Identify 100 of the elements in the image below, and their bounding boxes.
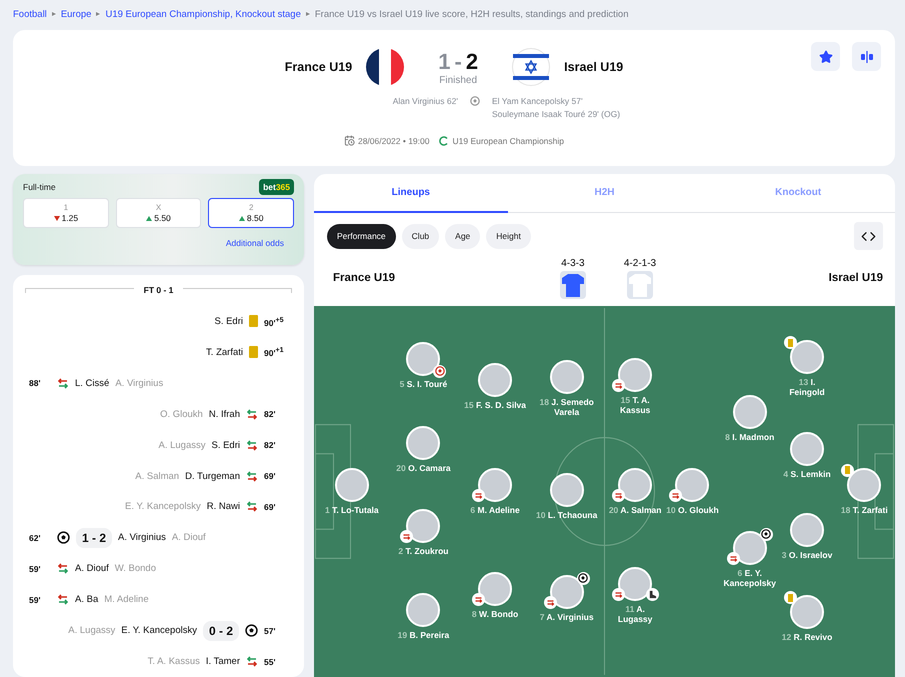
substitution-icon [57,562,69,576]
player-label: 4 S. Lemkin [783,470,831,480]
player-avatar-placeholder [790,432,824,466]
favorite-button[interactable] [811,42,840,71]
event-minute: 90'$^{+5}$ [264,316,285,328]
goal-scorer: Alan Virginius 62' [392,96,458,106]
match-score: 1 - 2 [438,48,478,74]
player-label: 20 O. Camara [396,464,451,474]
away-team-name: Israel U19 [564,60,624,74]
secondary-player-name: A. Salman [135,470,180,482]
secondary-player-name: M. Adeline [104,594,149,606]
substitution-icon [57,593,69,606]
event-minute: 59' [29,594,42,605]
odds-button[interactable]: X 5.50 [116,198,202,228]
player-label: 6 E. Y. Kancepolsky [722,568,777,588]
player-name: S. Edri [211,440,240,451]
player-label: 7 A. Virginius [540,612,594,623]
shirt-icon [560,270,586,298]
secondary-player-name: A. Diouf [172,532,206,544]
odds-title: Full-time [23,182,56,192]
player-avatar-placeholder [732,394,767,429]
player-avatar-placeholder [618,358,652,392]
player-name: A. Virginius [118,532,166,544]
event-minute: 82' [264,409,276,420]
player-label: 13 I. Feingold [788,378,826,398]
breadcrumb-separator-icon [52,12,56,16]
home-team-name: France U19 [284,60,352,74]
player-avatar-placeholder [675,468,710,502]
filter-chip[interactable]: Height [486,224,531,248]
odds-button[interactable]: 1 1.25 [23,198,109,228]
player-avatar-placeholder [406,593,440,628]
filter-chip[interactable]: Performance [327,224,396,248]
event-score: 0 - 2 [202,620,239,641]
formation: 4-2-1-3 [624,258,656,268]
ball-icon [245,624,258,638]
event-minute: 59' [29,564,42,574]
substitution-icon [246,408,258,421]
breadcrumb-link[interactable]: Football [13,8,47,20]
player-avatar-placeholder [406,426,440,460]
event-minute: 69' [264,502,276,512]
player-avatar-placeholder [550,472,584,506]
event-minute: 69' [264,471,276,482]
match-status: Finished [439,74,478,86]
match-date: 28/06/2022 • 19:00 [358,136,430,146]
ball-icon [57,531,70,544]
star-icon [818,50,832,64]
flag-icon [512,48,550,86]
player-name: D. Turgeman [185,470,240,482]
filter-chip[interactable]: Club [402,224,440,248]
player-label: 10 O. Gloukh [666,506,719,516]
player-avatar-placeholder [847,468,882,502]
secondary-player-name: A. Lugassy [158,440,206,451]
player-label: 8 W. Bondo [472,610,518,620]
calendar-icon [344,135,355,146]
player-label: 11 A. Lugassy [616,605,654,625]
substitution-icon [246,500,258,514]
bookmaker-logo: bet365 [259,179,294,195]
team-name: Israel U19 [828,272,883,284]
player-label: 12 R. Revivo [782,633,832,643]
embed-code-button[interactable] [854,222,883,250]
player-label: 20 A. Salman [608,506,662,516]
player-avatar-placeholder [478,572,512,606]
player-name: L. Cissé [75,378,110,389]
shirt-icon [627,270,653,298]
goal-scorer: Souleymane Isaak Touré 29' (OG) [492,109,620,119]
event-minute: 88' [29,378,42,388]
player-name: A. Ba [75,594,98,606]
compare-button[interactable] [852,42,881,71]
player-avatar-placeholder [550,360,584,394]
player-label: 1 T. Lo-Tutala [324,506,379,516]
event-minute: 62' [29,532,42,543]
player-label: 18 T. Zarfati [840,506,888,516]
breadcrumb-separator-icon [96,12,100,16]
player-avatar-placeholder [790,340,824,374]
player-label: 2 T. Zoukrou [398,547,448,558]
player-avatar-placeholder [790,513,824,548]
substitution-icon [246,470,258,483]
odds-button[interactable]: 2 8.50 [208,198,294,228]
breadcrumb-link[interactable]: U19 European Championship, Knockout stage [105,8,301,20]
secondary-player-name: T. A. Kassus [148,656,200,668]
breadcrumb-current[interactable]: France U19 vs Israel U19 live score, H2H results, standings and prediction [314,8,629,20]
player-name: T. Zarfati [206,346,243,358]
competition-name: U19 European Championship [452,136,564,146]
ball-icon [470,96,480,106]
player-avatar-placeholder [478,362,512,397]
formation: 4-3-3 [561,258,585,268]
player-label: 10 L. Tchaouna [536,510,598,520]
player-avatar-placeholder [478,468,512,502]
event-minute: 57' [264,626,276,636]
player-name: N. Ifrah [208,408,240,420]
additional-odds-link[interactable]: Additional odds [23,238,284,248]
secondary-player-name: E. Y. Kancepolsky [125,501,201,512]
substitution-icon [57,376,69,390]
filter-chip[interactable]: Age [445,224,480,248]
player-label: 15 T. A. Kassus [619,396,652,416]
event-minute: 90'$^{+1}$ [264,346,285,358]
player-avatar-placeholder [406,509,440,544]
tab[interactable]: Lineups [314,174,508,213]
booking-card-icon [249,346,258,358]
breadcrumb-link[interactable]: Europe [60,8,92,20]
